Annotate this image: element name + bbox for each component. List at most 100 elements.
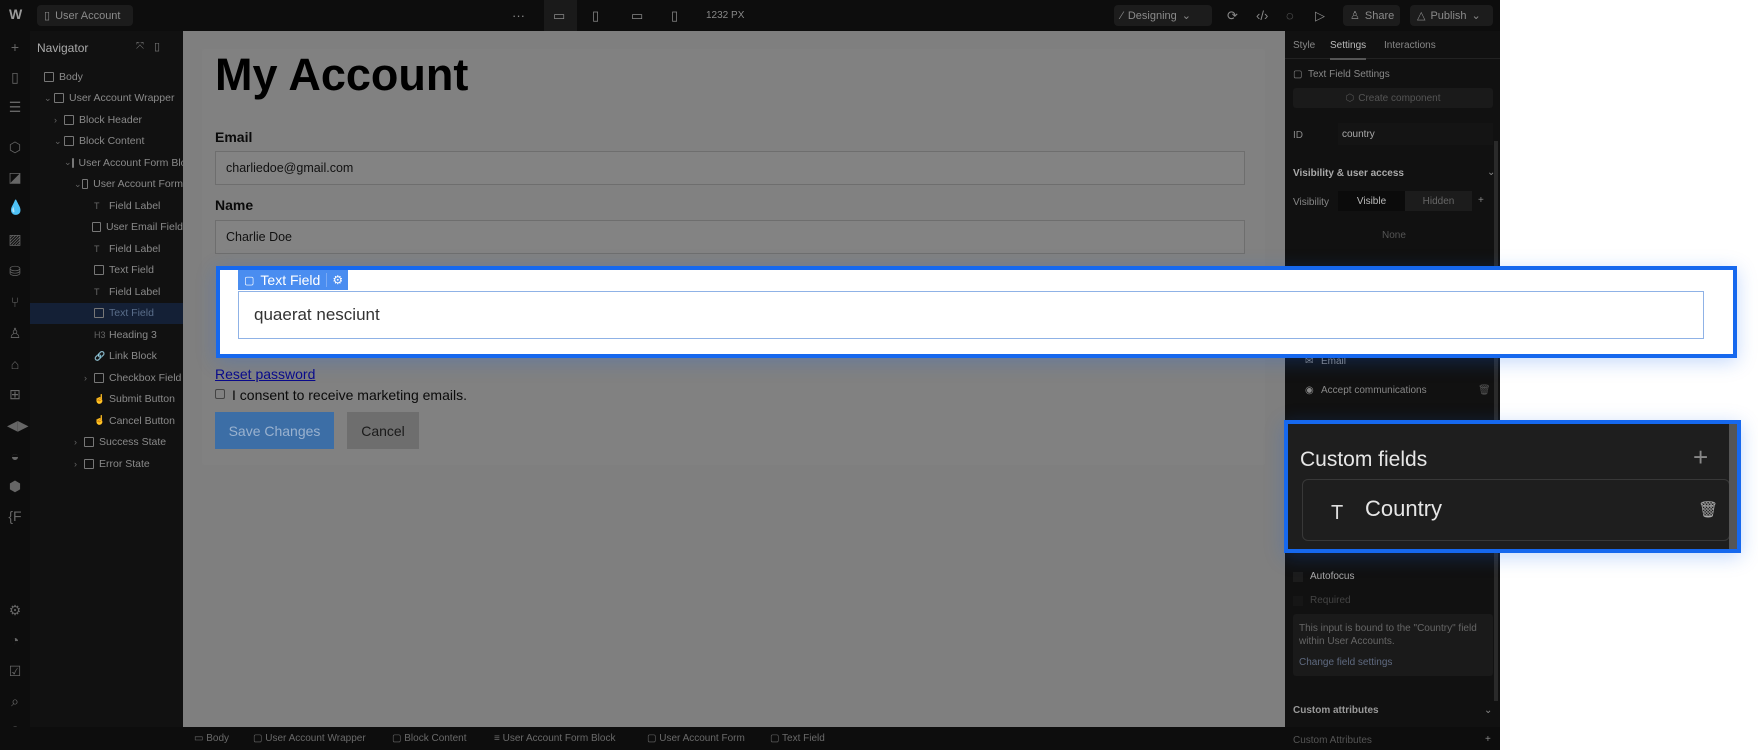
caret-icon[interactable]: ⌄ bbox=[64, 157, 72, 168]
trash-icon[interactable]: 🗑 bbox=[1478, 385, 1491, 396]
sync-icon[interactable]: ⟳ bbox=[1227, 8, 1238, 24]
localization-icon[interactable]: ◀▶ bbox=[7, 417, 29, 434]
users-icon[interactable]: ♙ bbox=[7, 325, 23, 342]
tab-style[interactable]: Style bbox=[1293, 40, 1315, 51]
breadcrumb-item[interactable]: ≡ User Account Form Block bbox=[494, 733, 615, 744]
navigator-item[interactable]: User Email Field bbox=[30, 217, 183, 238]
caret-icon[interactable]: › bbox=[74, 437, 84, 447]
cms-icon[interactable]: ⛁ bbox=[7, 263, 23, 280]
logic-icon[interactable]: ⑂ bbox=[7, 294, 23, 310]
tab-interactions[interactable]: Interactions bbox=[1384, 40, 1436, 51]
caret-icon[interactable]: ⌄ bbox=[54, 136, 64, 147]
more-icon[interactable]: ··· bbox=[512, 8, 525, 23]
breadcrumb-item[interactable]: ▭ Body bbox=[194, 733, 229, 744]
page-selector[interactable]: ▯ User Account bbox=[37, 5, 133, 26]
create-component-button[interactable]: ⬡ Create component bbox=[1293, 88, 1493, 108]
trash-icon[interactable]: 🗑 bbox=[1698, 500, 1718, 520]
navigator-icon[interactable]: ☰ bbox=[7, 99, 23, 116]
custom-field-row[interactable]: T Country 🗑 bbox=[1302, 479, 1730, 541]
box-icon[interactable]: ⬢ bbox=[7, 478, 23, 495]
element-tag[interactable]: ▢ Text Field ⚙ bbox=[238, 270, 349, 290]
panel-scrollbar[interactable] bbox=[1729, 424, 1737, 549]
add-icon[interactable]: + bbox=[7, 39, 23, 55]
search-icon[interactable]: ⌕ bbox=[7, 693, 23, 710]
assets-icon[interactable]: ▨ bbox=[7, 231, 23, 248]
breadcrumb-item[interactable]: ▢ Text Field bbox=[770, 733, 825, 744]
variables-icon[interactable]: 💧 bbox=[7, 199, 24, 216]
hidden-toggle[interactable]: Hidden bbox=[1405, 191, 1472, 211]
chevron-down-icon[interactable]: ⌄ bbox=[1484, 705, 1492, 716]
audit-icon[interactable]: ◔ bbox=[7, 632, 23, 648]
navigator-item[interactable]: › Error State bbox=[30, 453, 183, 474]
navigator-item[interactable]: T Field Label bbox=[30, 195, 183, 216]
change-field-settings-link[interactable]: Change field settings bbox=[1299, 657, 1487, 668]
tablet-icon[interactable]: ▯ bbox=[592, 8, 599, 24]
add-custom-field-icon[interactable]: + bbox=[1693, 442, 1708, 473]
code-icon[interactable]: ‹/› bbox=[1256, 8, 1268, 23]
share-button[interactable]: ♙ Share bbox=[1343, 5, 1400, 26]
phone-icon[interactable]: ▯ bbox=[671, 8, 678, 24]
webflow-logo-icon[interactable]: W bbox=[9, 6, 22, 22]
style-selectors-icon[interactable]: ◪ bbox=[7, 169, 23, 186]
breakpoint-desktop[interactable]: ▭ bbox=[544, 0, 577, 31]
navigator-item[interactable]: 🔗 Link Block bbox=[30, 346, 183, 367]
navigator-item[interactable]: T Field Label bbox=[30, 238, 183, 259]
navigator-item[interactable]: ⌄ Block Content bbox=[30, 131, 183, 152]
navigator-item[interactable]: T Field Label bbox=[30, 281, 183, 302]
caret-icon[interactable]: ⌄ bbox=[74, 179, 82, 190]
fonts-icon[interactable]: {F bbox=[7, 508, 23, 524]
dock-panel-icon[interactable]: ▯ bbox=[154, 40, 160, 53]
ecommerce-icon[interactable]: ⌂ bbox=[7, 356, 23, 372]
navigator-item[interactable]: ⌄ User Account Form bbox=[30, 174, 183, 195]
caret-icon[interactable]: › bbox=[74, 459, 84, 469]
custom-attributes-title[interactable]: Custom attributes bbox=[1293, 705, 1379, 716]
components-icon[interactable]: ⬡ bbox=[7, 139, 23, 156]
add-attribute-icon[interactable]: + bbox=[1485, 734, 1491, 745]
tasks-icon[interactable]: ☑ bbox=[7, 663, 23, 680]
landscape-phone-icon[interactable]: ▭ bbox=[631, 8, 643, 24]
navigator-item[interactable]: ⌄ User Account Wrapper bbox=[30, 88, 183, 109]
navigator-item[interactable]: Text Field bbox=[30, 302, 183, 324]
breadcrumb-item[interactable]: ▢ User Account Form bbox=[647, 733, 745, 744]
visibility-section-title[interactable]: Visibility & user access bbox=[1293, 168, 1404, 179]
tab-settings[interactable]: Settings bbox=[1330, 40, 1367, 60]
gear-icon[interactable]: ⚙ bbox=[326, 273, 348, 287]
breadcrumb-item[interactable]: ▢ Block Content bbox=[392, 733, 467, 744]
name-field[interactable]: Charlie Doe bbox=[215, 220, 1245, 254]
comment-icon[interactable]: ◌ bbox=[1286, 8, 1294, 23]
navigator-item[interactable]: H3 Heading 3 bbox=[30, 324, 183, 345]
design-canvas[interactable]: My Account Email charliedoe@gmail.com Na… bbox=[183, 31, 1285, 727]
settings-icon[interactable]: ⚙ bbox=[7, 602, 23, 619]
consent-checkbox[interactable] bbox=[215, 389, 225, 399]
email-field[interactable]: charliedoe@gmail.com bbox=[215, 151, 1245, 185]
id-input[interactable]: country bbox=[1338, 123, 1493, 145]
preview-play-icon[interactable]: ▷ bbox=[1315, 8, 1325, 24]
page-heading[interactable]: My Account bbox=[215, 49, 468, 101]
required-checkbox[interactable] bbox=[1293, 596, 1303, 606]
navigator-item[interactable]: › Checkbox Field bbox=[30, 367, 183, 388]
cancel-button[interactable]: Cancel bbox=[347, 412, 419, 449]
palette-icon[interactable]: ◒ bbox=[7, 448, 23, 464]
add-icon[interactable]: + bbox=[1478, 195, 1484, 206]
breadcrumb-item[interactable]: ▢ User Account Wrapper bbox=[253, 733, 366, 744]
country-text-field[interactable]: quaerat nesciunt bbox=[238, 291, 1704, 339]
visible-toggle[interactable]: Visible bbox=[1338, 191, 1405, 211]
accept-communications-option[interactable]: Accept communications bbox=[1321, 385, 1427, 396]
save-changes-button[interactable]: Save Changes bbox=[215, 412, 334, 449]
navigator-item[interactable]: › Success State bbox=[30, 432, 183, 453]
caret-icon[interactable]: › bbox=[84, 373, 94, 383]
navigator-item[interactable]: ☝ Submit Button bbox=[30, 389, 183, 410]
navigator-item[interactable]: › Block Header bbox=[30, 109, 183, 130]
publish-button[interactable]: △ Publish ⌄ bbox=[1410, 5, 1493, 26]
navigator-item[interactable]: Body bbox=[30, 66, 183, 87]
mode-dropdown[interactable]: ⁄ Designing ⌄ bbox=[1114, 5, 1212, 26]
autofocus-checkbox[interactable] bbox=[1293, 572, 1303, 582]
navigator-item[interactable]: ⌄ User Account Form Block bbox=[30, 152, 183, 173]
pages-icon[interactable]: ▯ bbox=[7, 69, 23, 86]
caret-icon[interactable]: › bbox=[54, 115, 64, 125]
reset-password-link[interactable]: Reset password bbox=[215, 366, 315, 382]
navigator-item[interactable]: Text Field bbox=[30, 260, 183, 281]
navigator-item[interactable]: ☝ Cancel Button bbox=[30, 410, 183, 431]
apps-icon[interactable]: ⊞ bbox=[7, 386, 23, 403]
collapse-icon[interactable]: ⤧ bbox=[136, 41, 144, 52]
